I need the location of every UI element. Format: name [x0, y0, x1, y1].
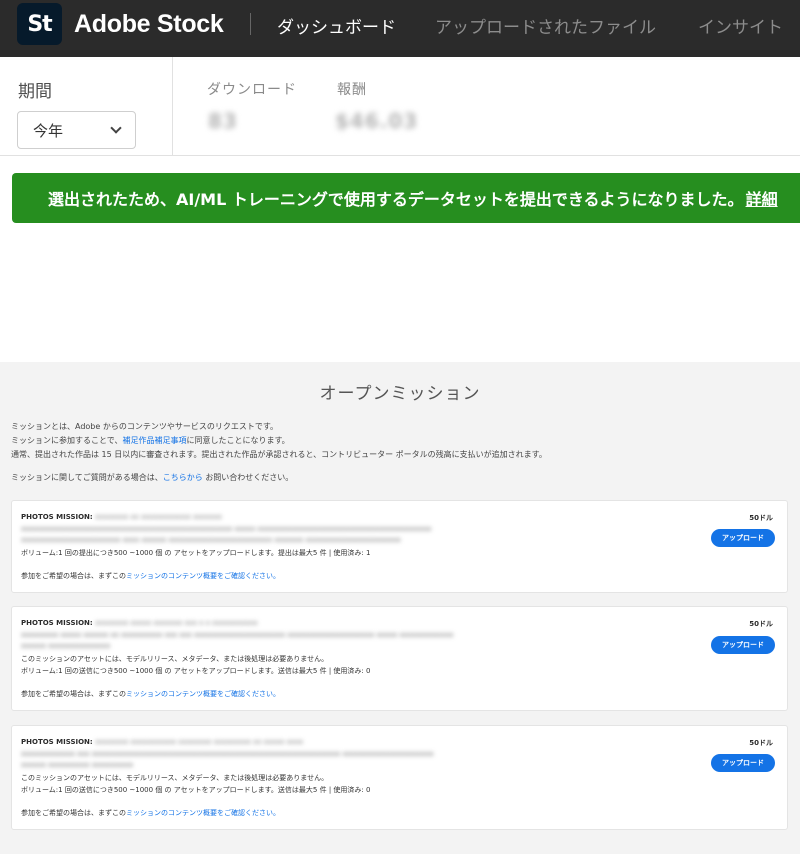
period-dropdown[interactable]: 今年	[17, 111, 136, 149]
nav-uploaded-files[interactable]: アップロードされたファイル	[435, 13, 656, 38]
mission-label: PHOTOS MISSION:	[21, 738, 93, 746]
footer-text: 参加をご希望の場合は、まずこの	[21, 572, 126, 580]
mission-footer: 参加をご希望の場合は、まずこのミッションのコンテンツ概要をご確認ください。	[21, 808, 280, 818]
supplemental-terms-link[interactable]: 補足作品補足事項	[122, 436, 186, 445]
mission-footer: 参加をご希望の場合は、まずこのミッションのコンテンツ概要をご確認ください。	[21, 689, 280, 699]
missions-intro-line: ミッションとは、Adobe からのコンテンツやサービスのリクエストです。	[11, 422, 279, 431]
mission-name-redacted: xxxxxxxx xxxxxxxxxxx xxxxxxxx xxxxxxxxx …	[95, 738, 304, 746]
period-value: 今年	[33, 121, 64, 140]
missions-intro-line: ミッションに参加することで、補足作品補足事項に同意したことになります。	[11, 435, 290, 447]
intro-text: に同意したことになります。	[186, 436, 290, 445]
mission-title: PHOTOS MISSION: xxxxxxxx xx xxxxxxxxxxxx…	[21, 513, 222, 521]
brand-name[interactable]: Adobe Stock	[74, 10, 224, 39]
nav-dashboard[interactable]: ダッシュボード	[277, 13, 396, 38]
notification-banner: 選出されたため、AI/ML トレーニングで使用するデータセットを提出できるように…	[12, 173, 800, 223]
mission-label: PHOTOS MISSION:	[21, 513, 93, 521]
content-brief-link[interactable]: ミッションのコンテンツ概要をご確認ください。	[126, 809, 280, 817]
mission-description-redacted: xxxxxx xxxxxxxxxxxxxxx	[21, 642, 111, 650]
mission-title: PHOTOS MISSION: xxxxxxxx xxxxx xxxxxxx x…	[21, 619, 258, 627]
mission-price: 50ドル	[749, 514, 773, 522]
upload-button[interactable]: アップロード	[711, 529, 775, 547]
downloads-value: 83	[208, 109, 238, 133]
mission-description-redacted: xxxxxxxxx xxxxx xxxxxx xx xxxxxxxxxx xxx…	[21, 631, 454, 639]
adobe-stock-logo-icon[interactable]: St	[17, 3, 62, 45]
mission-card: PHOTOS MISSION: xxxxxxxx xxxxxxxxxxx xxx…	[11, 725, 788, 830]
upload-button[interactable]: アップロード	[711, 636, 775, 654]
mission-volume-text: ボリューム:1 回の送信につき500 ~1000 個 の アセットをアップロード…	[21, 786, 371, 794]
revenue-label: 報酬	[337, 82, 367, 98]
nav-divider	[250, 13, 251, 35]
content-brief-link[interactable]: ミッションのコンテンツ概要をご確認ください。	[126, 690, 280, 698]
spacer	[0, 240, 800, 362]
intro-text: ミッションに関してご質問がある場合は、	[11, 473, 163, 482]
mission-description-redacted: xxxxxxxxxxxxxxxxxxxxxxxxxxxxxxxxxxxxxxxx…	[21, 525, 432, 533]
intro-text: ミッションに参加することで、	[11, 436, 123, 445]
mission-description-redacted: xxxxxxxxxxxxxxxxxxxxxxxx xxxx xxxxxx xxx…	[21, 536, 401, 544]
mission-card: PHOTOS MISSION: xxxxxxxx xx xxxxxxxxxxxx…	[11, 500, 788, 593]
intro-text: お問い合わせください。	[205, 473, 294, 482]
missions-intro-line: 通常、提出された作品は 15 日以内に審査されます。提出された作品が承認されると…	[11, 450, 547, 459]
mission-volume-text: ボリューム:1 回の送信につき500 ~1000 個 の アセットをアップロード…	[21, 667, 371, 675]
upload-button[interactable]: アップロード	[711, 754, 775, 772]
revenue-value: $46.03	[335, 109, 419, 133]
dashboard-summary: 期間 今年 ダウンロード 83 報酬 $46.03	[0, 57, 800, 156]
mission-label: PHOTOS MISSION:	[21, 619, 93, 627]
mission-price: 50ドル	[749, 739, 773, 747]
content-brief-link[interactable]: ミッションのコンテンツ概要をご確認ください。	[126, 572, 280, 580]
footer-text: 参加をご希望の場合は、まずこの	[21, 809, 126, 817]
summary-divider	[172, 57, 173, 156]
nav-insights[interactable]: インサイト	[698, 13, 783, 38]
mission-volume-text: ボリューム:1 回の提出につき500 ~1000 個 の アセットをアップロード…	[21, 549, 371, 557]
missions-intro-line: ミッションに関してご質問がある場合は、こちらから お問い合わせください。	[11, 472, 293, 484]
top-nav-bar: St Adobe Stock ダッシュボード アップロードされたファイル インサ…	[0, 0, 800, 57]
mission-description-redacted: xxxxxx xxxxxxxxxx xxxxxxxxxx	[21, 761, 134, 769]
mission-price: 50ドル	[749, 620, 773, 628]
banner-details-link[interactable]: 詳細	[746, 186, 778, 210]
period-label: 期間	[18, 82, 52, 102]
mission-requirements-text: このミッションのアセットには、モデルリリース、メタデータ、または後処理は必要あり…	[21, 774, 329, 782]
mission-card: PHOTOS MISSION: xxxxxxxx xxxxx xxxxxxx x…	[11, 606, 788, 711]
footer-text: 参加をご希望の場合は、まずこの	[21, 690, 126, 698]
mission-description-redacted: xxxxxxxxxxxxx xxx xxxxxxxxxxxxxxxxxxxxxx…	[21, 750, 434, 758]
chevron-down-icon	[110, 122, 122, 134]
downloads-label: ダウンロード	[207, 82, 297, 98]
mission-title: PHOTOS MISSION: xxxxxxxx xxxxxxxxxxx xxx…	[21, 738, 303, 746]
banner-text: 選出されたため、AI/ML トレーニングで使用するデータセットを提出できるように…	[48, 190, 744, 209]
missions-title: オープンミッション	[319, 384, 481, 404]
mission-requirements-text: このミッションのアセットには、モデルリリース、メタデータ、または後処理は必要あり…	[21, 655, 329, 663]
mission-name-redacted: xxxxxxxx xx xxxxxxxxxxxx xxxxxxx	[95, 513, 222, 521]
mission-footer: 参加をご希望の場合は、まずこのミッションのコンテンツ概要をご確認ください。	[21, 571, 280, 581]
mission-name-redacted: xxxxxxxx xxxxx xxxxxxx xxx x x xxxxxxxxx…	[95, 619, 258, 627]
contact-link[interactable]: こちらから	[163, 473, 203, 482]
open-missions-section: オープンミッション ミッションとは、Adobe からのコンテンツやサービスのリク…	[0, 362, 800, 854]
